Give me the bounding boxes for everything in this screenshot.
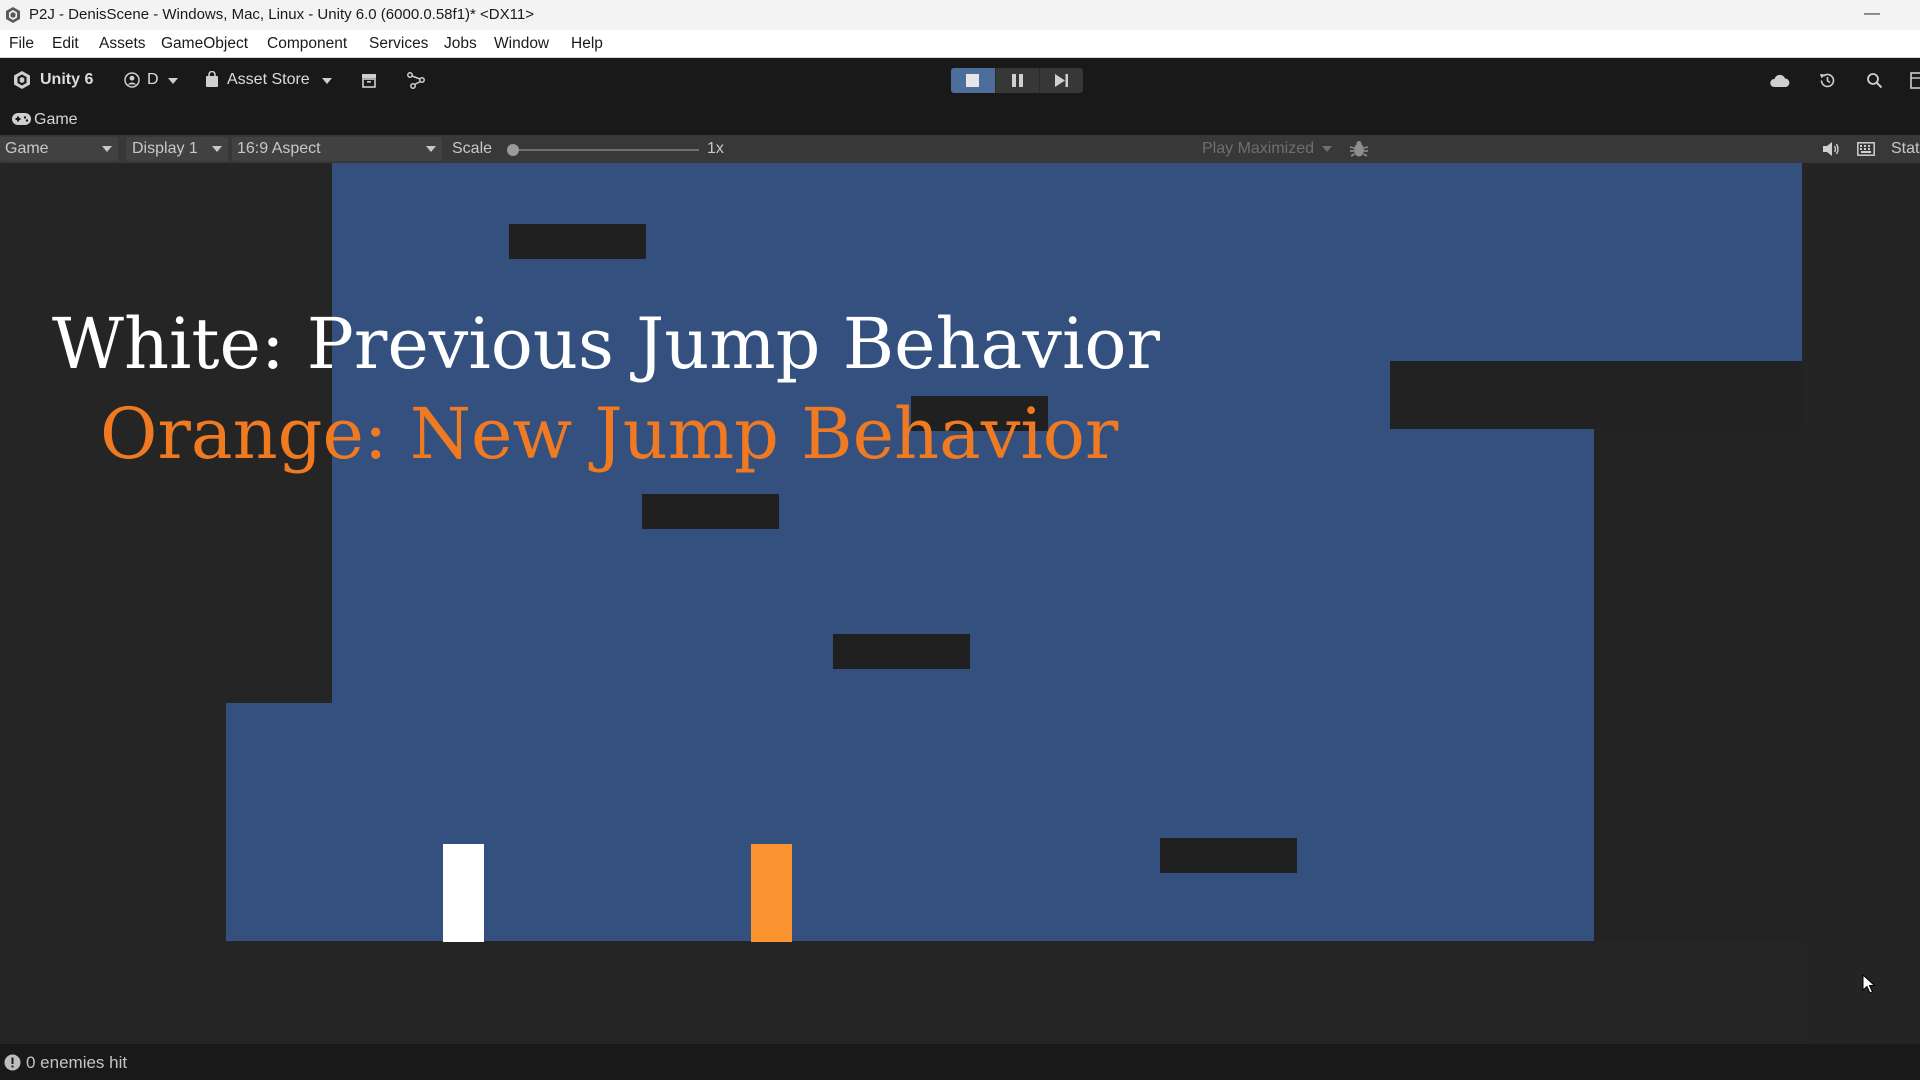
window-title: P2J - DenisScene - Windows, Mac, Linux -… <box>29 6 534 23</box>
game-mode-label: Game <box>5 140 49 157</box>
account-label: D <box>147 71 159 88</box>
sky-lower <box>226 703 1594 941</box>
platform <box>642 494 779 529</box>
play-mode-label: Play Maximized <box>1202 140 1315 157</box>
stop-icon <box>966 74 979 87</box>
menu-gameobject[interactable]: GameObject <box>161 35 248 53</box>
tab-game-label: Game <box>34 111 78 128</box>
play-mode-dropdown[interactable]: Play Maximized <box>1196 137 1338 161</box>
gamepad-icon <box>12 113 31 125</box>
aspect-dropdown[interactable]: 16:9 Aspect <box>232 137 442 161</box>
chevron-down-icon <box>102 146 112 152</box>
search-icon[interactable] <box>1866 72 1883 89</box>
platform <box>1160 838 1297 873</box>
game-view-toolbar: Game Display 1 16:9 Aspect Scale 1x Play… <box>0 135 1920 164</box>
menu-bar: File Edit Assets GameObject Component Se… <box>0 30 1920 58</box>
history-icon[interactable] <box>1818 71 1837 90</box>
unity-logo-icon <box>14 71 30 89</box>
display-label: Display 1 <box>132 140 198 157</box>
scale-label: Scale <box>452 140 493 157</box>
display-dropdown[interactable]: Display 1 <box>126 137 228 161</box>
keyboard-icon[interactable] <box>1857 142 1875 156</box>
stats-button[interactable]: Stat <box>1891 140 1919 158</box>
menu-services[interactable]: Services <box>369 35 428 53</box>
version-control-icon[interactable] <box>407 72 425 89</box>
game-mode-dropdown[interactable]: Game <box>0 137 118 161</box>
right-void <box>1802 163 1920 1044</box>
menu-file[interactable]: File <box>9 35 34 53</box>
menu-component[interactable]: Component <box>267 35 347 53</box>
status-message[interactable]: 0 enemies hit <box>26 1053 127 1073</box>
mouse-cursor-icon <box>1862 974 1876 994</box>
chevron-down-icon <box>426 146 436 152</box>
package-icon[interactable] <box>361 73 377 88</box>
menu-edit[interactable]: Edit <box>52 35 79 53</box>
scale-slider[interactable] <box>507 144 699 156</box>
orange-player <box>751 844 792 942</box>
asset-store-dropdown[interactable]: Asset Store <box>202 68 337 92</box>
right-wall-ledge <box>1390 361 1802 429</box>
pause-icon <box>1012 74 1023 87</box>
shopping-bag-icon <box>206 71 218 87</box>
chevron-down-icon <box>1322 146 1332 152</box>
game-viewport[interactable]: White: Previous Jump Behavior Orange: Ne… <box>0 163 1920 1044</box>
menu-jobs[interactable]: Jobs <box>444 35 477 53</box>
account-icon <box>124 72 140 88</box>
tab-game[interactable]: Game <box>0 103 95 135</box>
caption-white: White: Previous Jump Behavior <box>52 303 1160 385</box>
speaker-icon[interactable] <box>1822 141 1840 157</box>
status-bar: 0 enemies hit <box>0 1044 1920 1080</box>
minimize-button[interactable]: — <box>1857 4 1887 26</box>
platform <box>833 634 970 669</box>
chevron-down-icon <box>168 78 178 84</box>
unity-version-button[interactable]: Unity 6 <box>10 68 100 92</box>
tab-bar: Game <box>0 103 1920 135</box>
aspect-label: 16:9 Aspect <box>237 140 321 157</box>
bug-icon[interactable] <box>1349 140 1369 158</box>
menu-assets[interactable]: Assets <box>99 35 146 53</box>
layers-icon[interactable] <box>1910 72 1920 89</box>
cloud-icon[interactable] <box>1770 74 1790 88</box>
scale-slider-thumb[interactable] <box>507 144 519 156</box>
account-dropdown[interactable]: D <box>122 68 182 92</box>
menu-help[interactable]: Help <box>571 35 603 53</box>
step-forward-icon <box>1055 74 1068 87</box>
white-player <box>443 844 484 942</box>
pause-button[interactable] <box>995 68 1040 93</box>
platform <box>509 224 646 259</box>
step-button[interactable] <box>1039 68 1084 93</box>
title-bar: P2J - DenisScene - Windows, Mac, Linux -… <box>0 0 1920 30</box>
main-toolbar: Unity 6 D Asset Store <box>0 58 1920 103</box>
menu-window[interactable]: Window <box>494 35 549 53</box>
asset-store-label: Asset Store <box>227 71 310 88</box>
chevron-down-icon <box>322 78 332 84</box>
play-button[interactable] <box>951 68 995 93</box>
unity-app-icon <box>6 7 20 23</box>
right-wall <box>1594 429 1802 941</box>
chevron-down-icon <box>212 146 222 152</box>
scale-value: 1x <box>707 140 724 157</box>
unity-version-label: Unity 6 <box>40 71 94 88</box>
info-icon <box>4 1054 21 1071</box>
caption-orange: Orange: New Jump Behavior <box>100 393 1119 475</box>
play-controls <box>951 68 1083 93</box>
